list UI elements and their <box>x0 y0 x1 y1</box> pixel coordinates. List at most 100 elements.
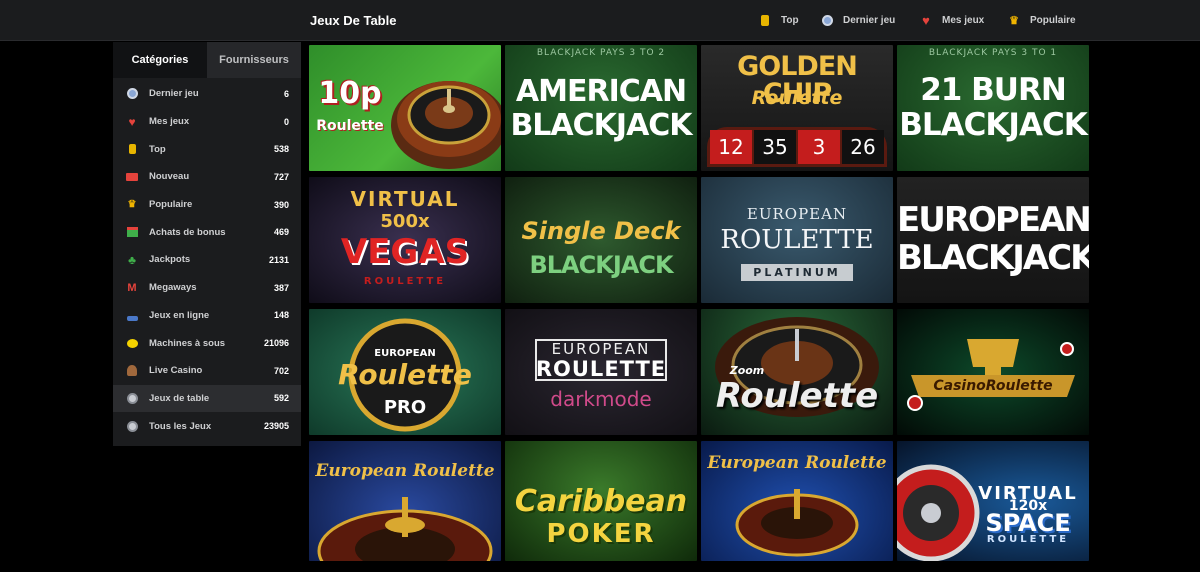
sidebar-item-label: Machines à sous <box>149 337 226 349</box>
sidebar-item-slots[interactable]: Machines à sous 21096 <box>113 329 301 357</box>
game-grid: 10p Roulette BLACKJACK PAYS 3 TO 2 AMERI… <box>309 45 1089 561</box>
game-multiplier: 500x <box>380 211 430 232</box>
sidebar-item-count: 702 <box>273 365 289 376</box>
game-title: 21 BURN <box>920 72 1067 108</box>
sidebar-item-jackpots[interactable]: ♣ Jackpots 2131 <box>113 246 301 274</box>
game-tile-10p-roulette[interactable]: 10p Roulette <box>309 45 501 171</box>
game-subtitle: Roulette <box>751 87 843 109</box>
game-tile-virtual-vegas-roulette[interactable]: VIRTUAL 500x VEGAS ROULETTE <box>309 177 501 303</box>
sidebar-item-count: 390 <box>273 199 289 210</box>
game-tile-21-burn-blackjack[interactable]: BLACKJACK PAYS 3 TO 1 21 BURN BLACKJACK <box>897 45 1089 171</box>
game-tile-european-roulette-blue[interactable]: European Roulette <box>309 441 501 561</box>
joystick-icon <box>125 308 139 322</box>
topnav-last-game-label: Dernier jeu <box>843 14 896 26</box>
topnav-my-games[interactable]: ♥ Mes jeux <box>919 13 1007 28</box>
game-tile-casino-roulette[interactable]: CasinoRoulette <box>897 309 1089 435</box>
gold-coin-icon <box>125 142 139 156</box>
clock-icon <box>820 13 834 27</box>
lemon-icon <box>125 336 139 350</box>
game-subtitle: ROULETTE <box>986 534 1070 545</box>
topnav-last-game[interactable]: Dernier jeu <box>820 13 919 27</box>
game-label-virtual: VIRTUAL <box>350 187 460 211</box>
game-subtitle: POKER <box>546 519 656 549</box>
top-bar: Jeux De Table Top Dernier jeu ♥ Mes jeux… <box>0 0 1200 41</box>
game-tile-virtual-space-roulette[interactable]: VIRTUAL 120x SPACE ROULETTE <box>897 441 1089 561</box>
game-subtitle: PRO <box>383 397 427 418</box>
game-title: European Roulette <box>707 453 887 473</box>
sidebar-item-count: 6 <box>283 88 289 99</box>
roulette-number: 3 <box>798 130 840 164</box>
game-title: SPACE <box>985 509 1071 537</box>
game-title: ROULETTE <box>720 225 874 255</box>
megaways-icon: M <box>127 281 137 294</box>
game-tile-european-roulette-classic[interactable]: European Roulette <box>701 441 893 561</box>
sidebar-item-my-games[interactable]: ♥ Mes jeux 0 <box>113 108 301 136</box>
sidebar-item-bonus-buy[interactable]: Achats de bonus 469 <box>113 218 301 246</box>
game-subtitle: BLACKJACK <box>529 251 673 279</box>
sidebar-item-online-games[interactable]: Jeux en ligne 148 <box>113 302 301 330</box>
game-tile-single-deck-blackjack[interactable]: Single Deck BLACKJACK <box>505 177 697 303</box>
game-title: AMERICAN <box>515 74 687 109</box>
top-nav: Top Dernier jeu ♥ Mes jeux ♛ Populaire <box>758 13 1087 28</box>
sidebar-item-label: Jeux en ligne <box>149 309 210 321</box>
sidebar-item-count: 148 <box>273 310 289 321</box>
game-tile-zoom-roulette[interactable]: Zoom Roulette <box>701 309 893 435</box>
sidebar-item-new[interactable]: Nouveau 727 <box>113 163 301 191</box>
sidebar-item-label: Mes jeux <box>149 116 190 128</box>
game-title: Caribbean <box>514 484 688 519</box>
game-title: EUROPEAN <box>897 200 1089 240</box>
game-subtitle: BLACKJACK <box>510 108 692 143</box>
sidebar-item-megaways[interactable]: M Megaways 387 <box>113 274 301 302</box>
page-title: Jeux De Table <box>310 13 397 28</box>
game-subtitle: Roulette <box>316 118 384 134</box>
roulette-number: 35 <box>754 130 796 164</box>
casino-trophy-image <box>907 339 1075 411</box>
tab-categories[interactable]: Catégories <box>113 42 207 78</box>
game-title: Single Deck <box>521 217 681 245</box>
topnav-popular[interactable]: ♛ Populaire <box>1007 13 1087 27</box>
sidebar-item-label: Achats de bonus <box>149 226 226 238</box>
game-label: EUROPEAN <box>746 205 848 223</box>
sidebar-item-count: 23905 <box>263 421 289 432</box>
topnav-my-games-label: Mes jeux <box>942 14 985 26</box>
roulette-icon <box>125 391 139 405</box>
gold-coin-icon <box>758 13 772 27</box>
sidebar-item-last-game[interactable]: Dernier jeu 6 <box>113 80 301 108</box>
game-tile-american-blackjack[interactable]: BLACKJACK PAYS 3 TO 2 AMERICAN BLACKJACK <box>505 45 697 171</box>
crown-icon: ♛ <box>1009 14 1019 27</box>
dealer-icon <box>125 364 139 378</box>
roulette-number: 12 <box>710 130 752 164</box>
category-list: Dernier jeu 6 ♥ Mes jeux 0 Top 538 Nouve… <box>113 78 301 440</box>
sidebar-item-label: Jackpots <box>149 254 191 266</box>
sidebar-item-count: 21096 <box>263 338 289 349</box>
topnav-top[interactable]: Top <box>758 13 820 27</box>
sidebar-item-count: 727 <box>273 171 289 182</box>
sidebar-tabs: Catégories Fournisseurs <box>113 42 301 78</box>
sidebar-item-label: Nouveau <box>149 171 190 183</box>
sidebar-item-label: Top <box>149 143 166 155</box>
clover-icon: ♣ <box>128 252 136 267</box>
roulette-numbers: 12 35 3 26 <box>707 127 887 167</box>
roulette-wheel-image <box>317 497 493 561</box>
sidebar-item-label: Populaire <box>149 199 193 211</box>
sidebar-item-top[interactable]: Top 538 <box>113 135 301 163</box>
game-tile-european-roulette-platinum[interactable]: EUROPEAN ROULETTE PLATINUM <box>701 177 893 303</box>
sidebar-item-popular[interactable]: ♛ Populaire 390 <box>113 191 301 219</box>
game-title: European Roulette <box>315 461 495 481</box>
gift-icon <box>125 225 139 239</box>
tab-providers[interactable]: Fournisseurs <box>207 42 301 78</box>
sidebar-item-table-games[interactable]: Jeux de table 592 <box>113 384 301 413</box>
sidebar-item-live-casino[interactable]: Live Casino 702 <box>113 357 301 385</box>
game-badge: PLATINUM <box>741 264 853 281</box>
game-tile-european-roulette-darkmode[interactable]: EUROPEAN ROULETTE darkmode <box>505 309 697 435</box>
game-title: Roulette <box>715 376 879 416</box>
game-tile-caribbean-poker[interactable]: Caribbean POKER <box>505 441 697 561</box>
sidebar-item-label: Megaways <box>149 282 197 294</box>
roulette-number: 26 <box>842 130 884 164</box>
table-text: BLACKJACK PAYS 3 TO 2 <box>536 48 666 58</box>
clock-icon <box>125 87 139 101</box>
game-tile-european-blackjack[interactable]: EUROPEAN BLACKJACK <box>897 177 1089 303</box>
sidebar-item-all-games[interactable]: Tous les Jeux 23905 <box>113 412 301 440</box>
game-tile-european-roulette-pro[interactable]: EUROPEAN Roulette PRO <box>309 309 501 435</box>
game-tile-golden-chip-roulette[interactable]: GOLDEN CHIP Roulette 12 35 3 26 <box>701 45 893 171</box>
